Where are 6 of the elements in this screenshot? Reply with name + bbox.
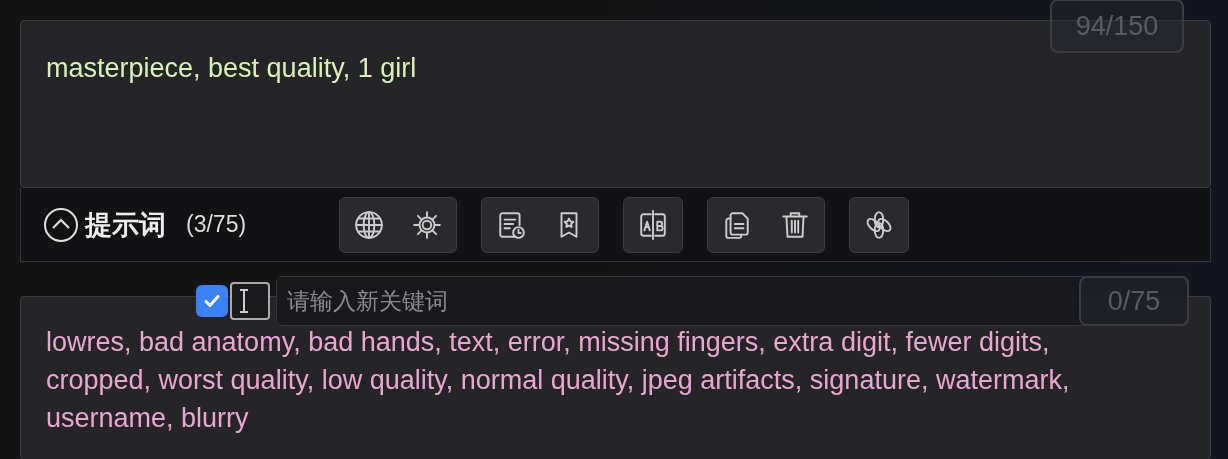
negative-prompt-text: lowres, bad anatomy, bad hands, text, error, missing fingers, extra digit, fewer digits, cropped, worst quality, low quality, normal quality, jpeg artifacts, signature, watermark, username, blurry [46, 326, 1071, 435]
prompt-text: masterpiece, best quality, 1 girl [46, 52, 418, 85]
token-count: (3/75) [186, 211, 247, 238]
character-counter: 94/150 [1050, 0, 1184, 53]
character-counter: 0/75 [1079, 276, 1189, 326]
section-title: 提示词 [85, 208, 166, 242]
